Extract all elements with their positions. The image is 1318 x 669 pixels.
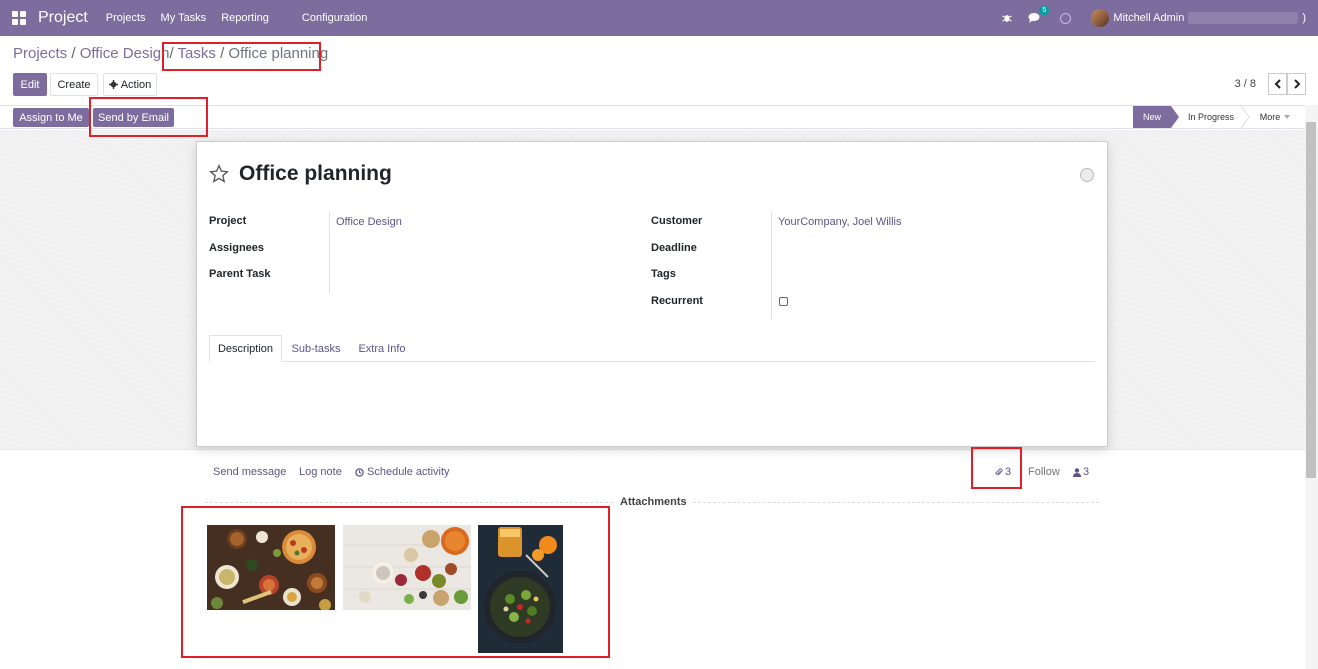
user-name[interactable]: Mitchell Admin	[1113, 12, 1184, 24]
chevron-right-icon	[1293, 79, 1300, 89]
breadcrumb-current: Office planning	[228, 45, 329, 62]
recurrent-checkbox[interactable]	[779, 297, 788, 306]
attachments-toggle-button[interactable]: 3	[994, 466, 1011, 478]
attachments-divider-left	[205, 502, 613, 503]
breadcrumb-office-design[interactable]: Office Design	[80, 45, 170, 62]
send-by-email-button[interactable]: Send by Email	[93, 108, 174, 127]
app-name[interactable]: Project	[38, 9, 88, 27]
left-field-divider	[329, 212, 330, 294]
action-label: Action	[120, 78, 152, 91]
create-button[interactable]: Create	[50, 73, 98, 96]
clock-icon	[355, 467, 364, 477]
menu-my-tasks[interactable]: My Tasks	[161, 12, 207, 24]
form-statusbar: Assign to Me Send by Email New In Progre…	[0, 105, 1306, 129]
log-note-button[interactable]: Log note	[299, 466, 342, 478]
menu-configuration[interactable]: Configuration	[302, 12, 367, 24]
follow-button[interactable]: Follow	[1028, 466, 1060, 478]
star-priority-icon[interactable]	[209, 164, 229, 184]
pager-next-button[interactable]	[1287, 73, 1306, 95]
follower-count: 3	[1083, 466, 1090, 478]
apps-menu-icon[interactable]	[12, 11, 26, 25]
chevron-left-icon	[1274, 79, 1281, 89]
stage-in-progress[interactable]: In Progress	[1180, 106, 1242, 128]
attachment-count: 3	[1005, 466, 1012, 478]
user-avatar[interactable]	[1091, 9, 1110, 27]
breadcrumb-separator: /	[169, 45, 174, 62]
paperclip-icon	[995, 467, 1003, 476]
stage-more-dropdown[interactable]: More	[1252, 106, 1298, 128]
message-count-badge: 5	[1039, 6, 1050, 15]
notebook-tabs: Description Sub-tasks Extra Info	[209, 335, 1095, 362]
stage-more-label: More	[1259, 112, 1281, 122]
tab-sub-tasks[interactable]: Sub-tasks	[283, 335, 349, 362]
send-message-button[interactable]: Send message	[213, 466, 286, 478]
assign-to-me-button[interactable]: Assign to Me	[13, 108, 89, 127]
attachments-divider-right	[693, 502, 1099, 503]
breadcrumb-tasks[interactable]: Tasks	[178, 45, 216, 62]
task-title[interactable]: Office planning	[239, 162, 392, 186]
page-scrollbar-thumb[interactable]	[1306, 122, 1316, 478]
schedule-activity-label: Schedule activity	[367, 466, 450, 478]
stage-arrow-divider	[1240, 106, 1250, 128]
caret-down-icon	[1284, 115, 1291, 119]
top-navbar: Project Projects My Tasks Reporting Conf…	[0, 0, 1318, 36]
menu-reporting[interactable]: Reporting	[221, 12, 269, 24]
tags-label: Tags	[651, 268, 676, 280]
stage-new[interactable]: New	[1133, 106, 1179, 128]
breadcrumb: Projects / Office Design/ Tasks / Office…	[13, 45, 328, 62]
attachments-title: Attachments	[620, 496, 687, 508]
parent-task-label: Parent Task	[209, 268, 271, 280]
recurrent-label: Recurrent	[651, 295, 703, 307]
menu-projects[interactable]: Projects	[106, 12, 146, 24]
breadcrumb-separator: /	[220, 45, 225, 62]
attachment-thumbnail-ingredients[interactable]	[343, 525, 471, 610]
customer-label: Customer	[651, 215, 703, 227]
bug-icon[interactable]	[1002, 13, 1013, 23]
user-name-suffix: )	[1302, 12, 1306, 24]
form-sheet: Office planning Project Office Design As…	[196, 141, 1108, 447]
customer-value[interactable]: YourCompany, Joel Willis	[778, 216, 902, 228]
gear-icon	[108, 80, 118, 89]
assignees-label: Assignees	[209, 242, 265, 254]
attachment-thumbnail-salad[interactable]	[478, 525, 563, 653]
pager-value[interactable]: 3 / 8	[1235, 78, 1256, 90]
messaging-icon[interactable]: 5	[1028, 6, 1050, 24]
tab-description[interactable]: Description	[209, 335, 282, 362]
breadcrumb-projects[interactable]: Projects	[13, 45, 67, 62]
kanban-state-indicator[interactable]	[1080, 168, 1094, 182]
breadcrumb-separator: /	[71, 45, 76, 62]
navbar-systray: 5 Mitchell Admin )	[1002, 0, 1318, 36]
main-menu: Projects My Tasks Reporting Configuratio…	[106, 12, 383, 24]
action-button[interactable]: Action	[103, 73, 157, 96]
right-field-divider	[771, 212, 772, 319]
pager-previous-button[interactable]	[1268, 73, 1287, 95]
project-label: Project	[209, 215, 247, 227]
edit-button[interactable]: Edit	[13, 73, 47, 96]
attachment-thumbnail-food-spread[interactable]	[207, 525, 335, 610]
followers-button[interactable]: 3	[1073, 466, 1089, 478]
tab-extra-info[interactable]: Extra Info	[349, 335, 415, 362]
project-value[interactable]: Office Design	[336, 216, 402, 228]
user-company-redacted	[1188, 12, 1299, 24]
activity-clock-icon[interactable]	[1060, 12, 1072, 24]
deadline-label: Deadline	[651, 242, 697, 254]
schedule-activity-button[interactable]: Schedule activity	[355, 466, 450, 478]
user-icon	[1073, 467, 1081, 477]
